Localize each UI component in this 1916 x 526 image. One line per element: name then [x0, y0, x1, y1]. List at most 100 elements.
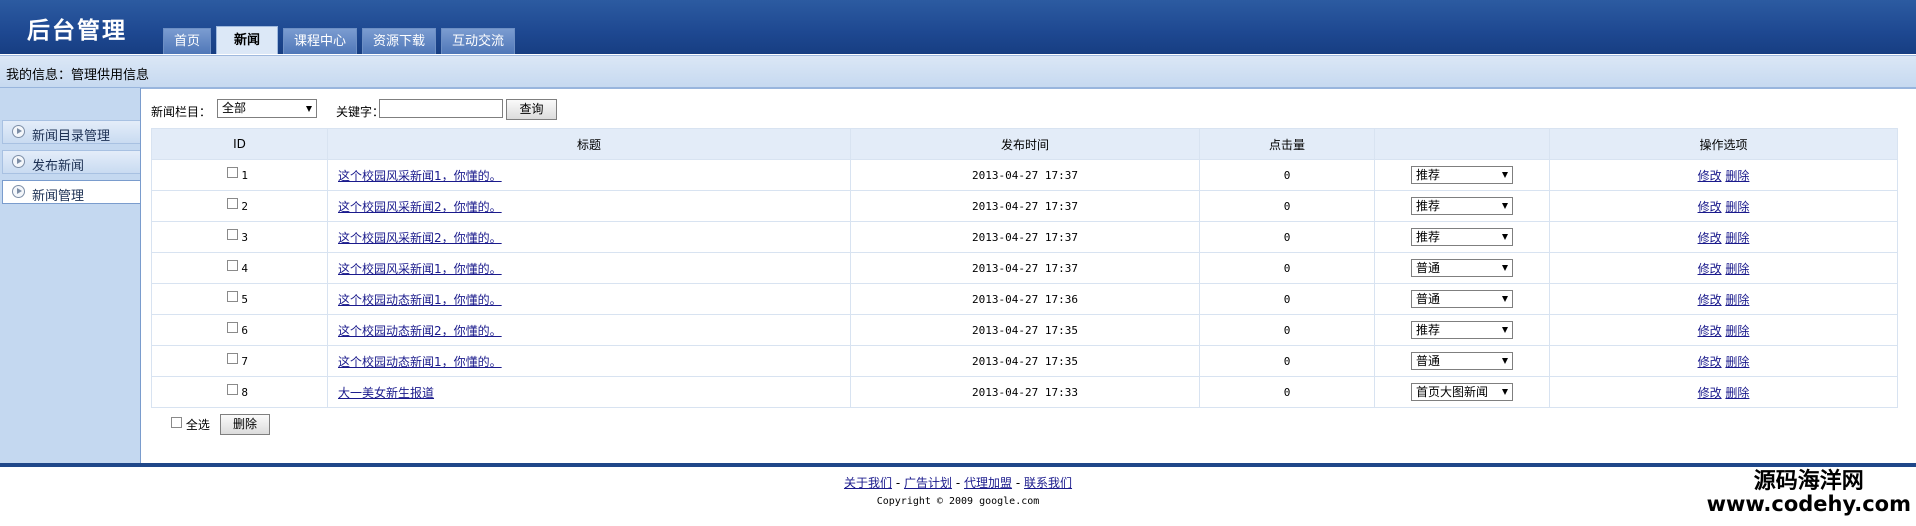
tab-interaction[interactable]: 互动交流 — [441, 28, 516, 54]
news-type-select[interactable]: 首页大图新闻 — [1411, 383, 1513, 401]
click-count: 0 — [1199, 221, 1375, 253]
publish-time: 2013-04-27 17:37 — [850, 252, 1200, 284]
delete-link[interactable]: 删除 — [1725, 231, 1749, 245]
publish-time: 2013-04-27 17:36 — [850, 283, 1200, 315]
sidebar-item-news-category[interactable]: 新闻目录管理 — [2, 120, 140, 144]
top-nav: 首页 新闻 课程中心 资源下载 互动交流 — [163, 26, 516, 54]
row-id: 8 — [241, 386, 248, 399]
footer-separator: - — [1015, 476, 1021, 490]
news-type-select[interactable]: 推荐 — [1411, 321, 1513, 339]
tab-courses[interactable]: 课程中心 — [283, 28, 358, 54]
sidebar-item-publish-news[interactable]: 发布新闻 — [2, 150, 140, 174]
news-type-value: 普通 — [1416, 354, 1441, 368]
row-checkbox[interactable] — [226, 198, 238, 209]
delete-link[interactable]: 删除 — [1725, 262, 1749, 276]
news-type-select[interactable]: 推荐 — [1411, 228, 1513, 246]
news-title-link[interactable]: 这个校园动态新闻1，你懂的。 — [338, 355, 502, 369]
edit-link[interactable]: 修改 — [1698, 386, 1722, 400]
dropdown-arrow-icon — [1502, 327, 1508, 333]
news-type-value: 推荐 — [1416, 199, 1441, 213]
tab-downloads[interactable]: 资源下载 — [362, 28, 437, 54]
delete-link[interactable]: 删除 — [1725, 386, 1749, 400]
bulk-delete-button[interactable]: 删除 — [220, 414, 270, 435]
news-title-link[interactable]: 这个校园风采新闻1，你懂的。 — [338, 262, 502, 276]
footer-link-ads[interactable]: 广告计划 — [904, 476, 952, 490]
keyword-input[interactable] — [379, 99, 503, 118]
sidebar-item-label: 新闻管理 — [32, 189, 85, 204]
dropdown-arrow-icon — [1502, 265, 1508, 271]
arrow-circle-icon — [12, 185, 25, 198]
click-count: 0 — [1199, 252, 1375, 284]
tab-home[interactable]: 首页 — [163, 28, 212, 54]
column-header-actions: 操作选项 — [1549, 128, 1898, 160]
edit-link[interactable]: 修改 — [1698, 200, 1722, 214]
news-type-value: 普通 — [1416, 261, 1441, 275]
category-select-value: 全部 — [222, 101, 247, 115]
footer-link-contact[interactable]: 联系我们 — [1024, 476, 1072, 490]
select-all-checkbox[interactable] — [171, 417, 182, 428]
row-checkbox[interactable] — [226, 260, 238, 271]
row-checkbox[interactable] — [226, 322, 238, 333]
edit-link[interactable]: 修改 — [1698, 262, 1722, 276]
click-count: 0 — [1199, 314, 1375, 346]
row-id: 2 — [241, 200, 248, 213]
news-type-value: 推荐 — [1416, 230, 1441, 244]
delete-link[interactable]: 删除 — [1725, 355, 1749, 369]
row-checkbox[interactable] — [226, 229, 238, 240]
publish-time: 2013-04-27 17:37 — [850, 221, 1200, 253]
news-title-link[interactable]: 这个校园风采新闻2，你懂的。 — [338, 200, 502, 214]
publish-time: 2013-04-27 17:37 — [850, 190, 1200, 222]
watermark-name: 源码海洋网 — [1753, 469, 1864, 494]
dropdown-arrow-icon — [306, 106, 312, 112]
dropdown-arrow-icon — [1502, 172, 1508, 178]
table-row: 2 这个校园风采新闻2，你懂的。 2013-04-27 17:37 0 推荐 修… — [151, 190, 1898, 222]
arrow-circle-icon — [12, 155, 25, 168]
footer-copyright: Copyright © 2009 google.com — [876, 496, 1040, 507]
footer-link-about[interactable]: 关于我们 — [844, 476, 892, 490]
category-select[interactable]: 全部 — [217, 99, 317, 118]
edit-link[interactable]: 修改 — [1698, 293, 1722, 307]
site-title: 后台管理 — [27, 17, 127, 44]
edit-link[interactable]: 修改 — [1698, 231, 1722, 245]
delete-link[interactable]: 删除 — [1725, 200, 1749, 214]
news-title-link[interactable]: 这个校园动态新闻1，你懂的。 — [338, 293, 502, 307]
watermark-url: www.codehy.com — [1706, 492, 1911, 517]
search-button[interactable]: 查询 — [506, 99, 557, 120]
delete-link[interactable]: 删除 — [1725, 293, 1749, 307]
news-type-select[interactable]: 普通 — [1411, 352, 1513, 370]
row-id: 7 — [241, 355, 248, 368]
footer-link-agents[interactable]: 代理加盟 — [964, 476, 1012, 490]
row-checkbox[interactable] — [226, 353, 238, 364]
publish-time: 2013-04-27 17:37 — [850, 159, 1200, 191]
tab-news[interactable]: 新闻 — [216, 26, 279, 54]
news-type-select[interactable]: 普通 — [1411, 259, 1513, 277]
edit-link[interactable]: 修改 — [1698, 324, 1722, 338]
table-row: 5 这个校园动态新闻1，你懂的。 2013-04-27 17:36 0 普通 修… — [151, 283, 1898, 315]
news-title-link[interactable]: 这个校园风采新闻1，你懂的。 — [338, 169, 502, 183]
sidebar-item-news-management[interactable]: 新闻管理 — [2, 180, 140, 204]
sidebar-item-label: 发布新闻 — [32, 159, 85, 174]
row-checkbox[interactable] — [226, 167, 238, 178]
footer-divider — [0, 463, 1916, 467]
news-title-link[interactable]: 这个校园动态新闻2，你懂的。 — [338, 324, 502, 338]
info-text: 我的信息：管理供用信息 — [6, 68, 150, 83]
delete-link[interactable]: 删除 — [1725, 169, 1749, 183]
news-type-select[interactable]: 推荐 — [1411, 166, 1513, 184]
footer-links: 关于我们 - 广告计划 - 代理加盟 - 联系我们 — [0, 474, 1916, 491]
dropdown-arrow-icon — [1502, 203, 1508, 209]
publish-time: 2013-04-27 17:35 — [850, 314, 1200, 346]
footer-separator: - — [895, 476, 901, 490]
header-bar: 后台管理 首页 新闻 课程中心 资源下载 互动交流 — [0, 0, 1916, 54]
row-checkbox[interactable] — [226, 291, 238, 302]
edit-link[interactable]: 修改 — [1698, 355, 1722, 369]
edit-link[interactable]: 修改 — [1698, 169, 1722, 183]
keyword-label: 关键字： — [336, 105, 385, 119]
watermark: 源码海洋网 www.codehy.com — [1707, 470, 1911, 515]
news-type-select[interactable]: 推荐 — [1411, 197, 1513, 215]
delete-link[interactable]: 删除 — [1725, 324, 1749, 338]
row-checkbox[interactable] — [226, 384, 238, 395]
dropdown-arrow-icon — [1502, 389, 1508, 395]
news-type-select[interactable]: 普通 — [1411, 290, 1513, 308]
news-title-link[interactable]: 这个校园风采新闻2，你懂的。 — [338, 231, 502, 245]
news-title-link[interactable]: 大一美女新生报道 — [338, 386, 434, 400]
